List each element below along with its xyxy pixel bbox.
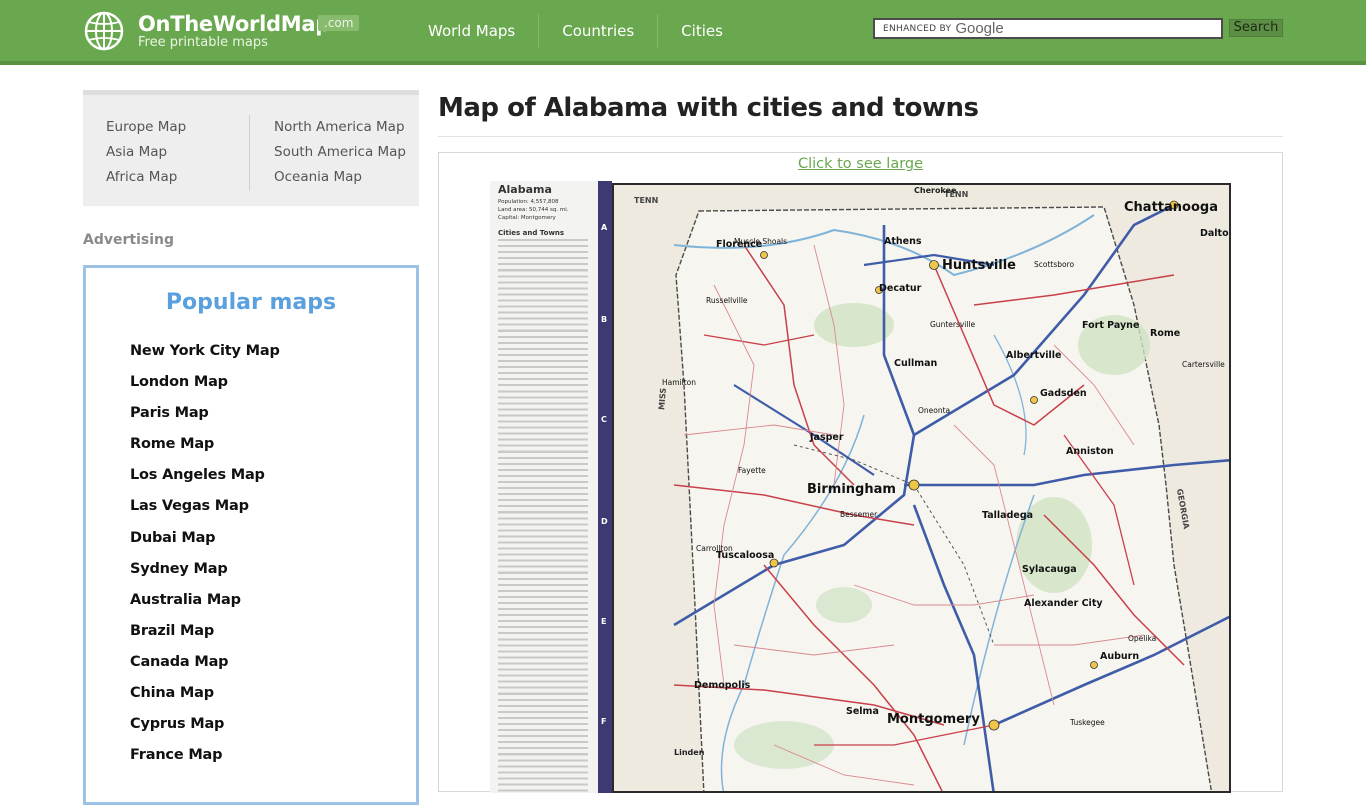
popular-link-china[interactable]: China Map	[130, 678, 280, 709]
nav-countries[interactable]: Countries	[539, 14, 659, 48]
map-city-label: Rome	[1150, 328, 1181, 339]
popular-maps-box: Popular maps New York City Map London Ma…	[83, 265, 419, 805]
grid-tab-d: D	[601, 517, 608, 526]
index-list-lines	[498, 239, 588, 793]
advertising-label: Advertising	[83, 232, 174, 248]
link-europe-map[interactable]: Europe Map	[106, 115, 186, 140]
link-asia-map[interactable]: Asia Map	[106, 140, 186, 165]
grid-tab-e: E	[601, 617, 607, 626]
map-city-label: Alexander City	[1024, 598, 1103, 609]
search-input[interactable]: ENHANCED BY Google	[873, 18, 1223, 39]
map-city-label: Tuskegee	[1070, 718, 1105, 727]
link-south-america-map[interactable]: South America Map	[274, 140, 406, 165]
logo-name: OnTheWorldMap	[138, 12, 330, 36]
popular-link-brazil[interactable]: Brazil Map	[130, 616, 280, 647]
popular-link-canada[interactable]: Canada Map	[130, 647, 280, 678]
nav-cities[interactable]: Cities	[658, 14, 746, 48]
popular-link-australia[interactable]: Australia Map	[130, 585, 280, 616]
map-roads-svg	[614, 185, 1229, 791]
map-city-label: Fayette	[738, 466, 766, 475]
map-city-label: Jasper	[810, 432, 844, 443]
map-city-label: Carrollton	[696, 544, 733, 553]
map-city-label: Opelika	[1128, 634, 1157, 643]
map-city-label: Montgomery	[887, 712, 980, 727]
map-city-label: Chattanooga	[1124, 200, 1218, 215]
popular-link-las-vegas[interactable]: Las Vegas Map	[130, 491, 280, 522]
map-city-label: Guntersville	[930, 320, 976, 329]
index-land-area: Land area: 50,744 sq. mi.	[498, 207, 569, 213]
map-city-label: Oneonta	[918, 406, 951, 415]
map-city-label: Bessemer	[840, 510, 878, 519]
map-city-index: Alabama Population: 4,557,808 Land area:…	[490, 181, 602, 793]
map-city-label: Muscle Shoals	[734, 237, 788, 246]
map-city-label: Linden	[674, 748, 705, 757]
alabama-map-image[interactable]: Alabama Population: 4,557,808 Land area:…	[490, 181, 1233, 793]
map-city-label: Auburn	[1100, 651, 1140, 662]
continents-left-column: Europe Map Asia Map Africa Map	[106, 115, 186, 190]
main-nav: World Maps Countries Cities	[405, 14, 746, 48]
search-enhanced-label: ENHANCED BY	[883, 23, 952, 34]
map-state-label: TENN	[634, 196, 659, 205]
map-city-label: Albertville	[1006, 350, 1062, 361]
title-divider	[438, 136, 1283, 137]
page-title: Map of Alabama with cities and towns	[438, 93, 979, 123]
index-capital: Capital: Montgomery	[498, 215, 556, 221]
map-city-label: Demopolis	[694, 680, 751, 691]
popular-maps-list: New York City Map London Map Paris Map R…	[130, 336, 280, 771]
index-population: Population: 4,557,808	[498, 199, 559, 205]
map-city-label: Anniston	[1066, 446, 1114, 457]
search-box: ENHANCED BY Google Search	[873, 18, 1283, 39]
map-grid-tabs	[598, 181, 612, 793]
map-city-label: Cartersville	[1182, 360, 1225, 369]
map-city-label: Hamilton	[662, 378, 696, 387]
map-city-label: Scottsboro	[1034, 260, 1075, 269]
click-to-see-large-link[interactable]: Click to see large	[439, 156, 1282, 172]
map-city-label: Birmingham	[807, 482, 896, 497]
popular-link-dubai[interactable]: Dubai Map	[130, 523, 280, 554]
map-city-label: Cherokee	[914, 186, 957, 195]
link-north-america-map[interactable]: North America Map	[274, 115, 406, 140]
search-button[interactable]: Search	[1229, 19, 1283, 37]
map-city-label: Fort Payne	[1082, 320, 1140, 331]
globe-icon	[84, 11, 124, 51]
map-city-label: Huntsville	[942, 258, 1017, 273]
popular-link-paris[interactable]: Paris Map	[130, 398, 280, 429]
map-city-label: Decatur	[879, 283, 922, 294]
grid-tab-a: A	[601, 223, 608, 232]
map-frame: Click to see large Alabama Population: 4…	[438, 152, 1283, 793]
map-city-label: Gadsden	[1040, 388, 1087, 399]
grid-tab-f: F	[601, 717, 607, 726]
popular-link-london[interactable]: London Map	[130, 367, 280, 398]
map-city-label: Russellville	[706, 296, 748, 305]
map-city-label: Dalton	[1200, 228, 1229, 239]
popular-maps-title: Popular maps	[165, 290, 337, 315]
popular-link-france[interactable]: France Map	[130, 740, 280, 771]
popular-link-los-angeles[interactable]: Los Angeles Map	[130, 460, 280, 491]
grid-tab-b: B	[601, 315, 608, 324]
continents-right-column: North America Map South America Map Ocea…	[274, 115, 406, 190]
map-city-label: Talladega	[982, 510, 1034, 521]
map-city-label: Selma	[846, 706, 879, 717]
site-header: OnTheWorldMap .com Free printable maps W…	[0, 0, 1366, 65]
logo-tagline: Free printable maps	[138, 35, 268, 50]
continents-box: Europe Map Asia Map Africa Map North Ame…	[83, 90, 419, 206]
map-city-label: Cullman	[894, 358, 938, 369]
map-drawing-area: TENN TENN GEORGIA MISS Chattanooga Hunts…	[612, 183, 1231, 793]
nav-world-maps[interactable]: World Maps	[405, 14, 540, 48]
logo-com-badge: .com	[318, 15, 360, 31]
popular-link-cyprus[interactable]: Cyprus Map	[130, 709, 280, 740]
map-city-label: Athens	[884, 236, 922, 247]
grid-tab-c: C	[601, 415, 607, 424]
index-title: Alabama	[498, 183, 552, 196]
link-africa-map[interactable]: Africa Map	[106, 165, 186, 190]
popular-link-sydney[interactable]: Sydney Map	[130, 554, 280, 585]
site-logo[interactable]: OnTheWorldMap .com Free printable maps	[83, 10, 363, 54]
popular-link-new-york-city[interactable]: New York City Map	[130, 336, 280, 367]
link-oceania-map[interactable]: Oceania Map	[274, 165, 406, 190]
google-logo: Google	[955, 20, 1004, 37]
map-city-label: Sylacauga	[1022, 564, 1077, 575]
index-heading: Cities and Towns	[498, 229, 565, 237]
continents-divider	[249, 115, 250, 191]
popular-link-rome[interactable]: Rome Map	[130, 429, 280, 460]
